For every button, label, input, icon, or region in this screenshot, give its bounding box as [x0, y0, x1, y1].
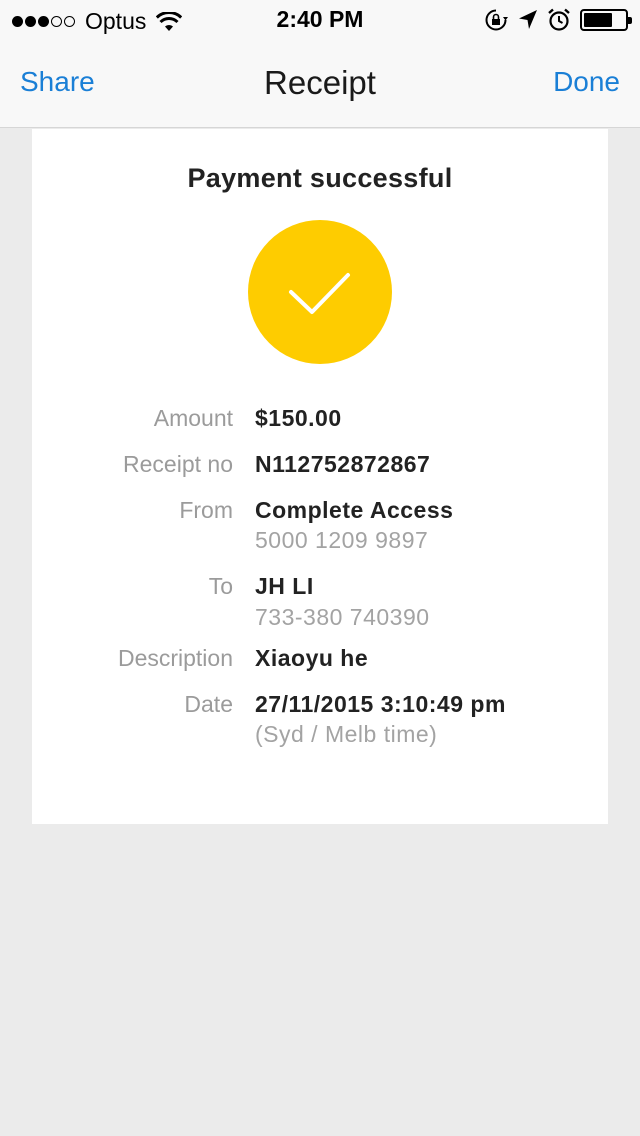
battery-icon — [580, 9, 632, 31]
to-label: To — [208, 573, 233, 599]
date-label: Date — [184, 691, 233, 717]
receipt-number-label: Receipt no — [123, 451, 233, 477]
success-badge — [248, 220, 392, 364]
to-payee-name: JH LI — [255, 573, 314, 599]
alarm-icon — [548, 8, 570, 31]
navigation-bar: Share Receipt Done — [0, 40, 640, 128]
status-bar: Optus 2:40 PM — [0, 0, 640, 40]
payment-status-title: Payment successful — [187, 163, 453, 193]
date-value: 27/11/2015 3:10:49 pm — [255, 691, 506, 717]
amount-label: Amount — [153, 405, 233, 431]
amount-value: $150.00 — [255, 405, 342, 431]
receipt-card: Payment successful Amount $150.00 Receip… — [32, 129, 608, 824]
receipt-number-value: N112752872867 — [255, 451, 431, 477]
location-arrow-icon — [519, 10, 537, 29]
from-label: From — [179, 497, 233, 523]
done-button[interactable]: Done — [553, 66, 620, 98]
from-account-name: Complete Access — [255, 497, 454, 523]
description-value: Xiaoyu he — [255, 645, 369, 671]
from-account-number: 5000 1209 9897 — [255, 527, 429, 553]
rotation-lock-icon — [485, 9, 508, 31]
to-account-number: 733-380 740390 — [255, 604, 430, 630]
description-label: Description — [117, 645, 233, 671]
checkmark-icon — [289, 273, 350, 314]
timezone-note: (Syd / Melb time) — [255, 721, 438, 747]
page-title: Receipt — [264, 64, 376, 101]
top-bar: Optus 2:40 PM Share Receipt Done — [0, 0, 640, 128]
